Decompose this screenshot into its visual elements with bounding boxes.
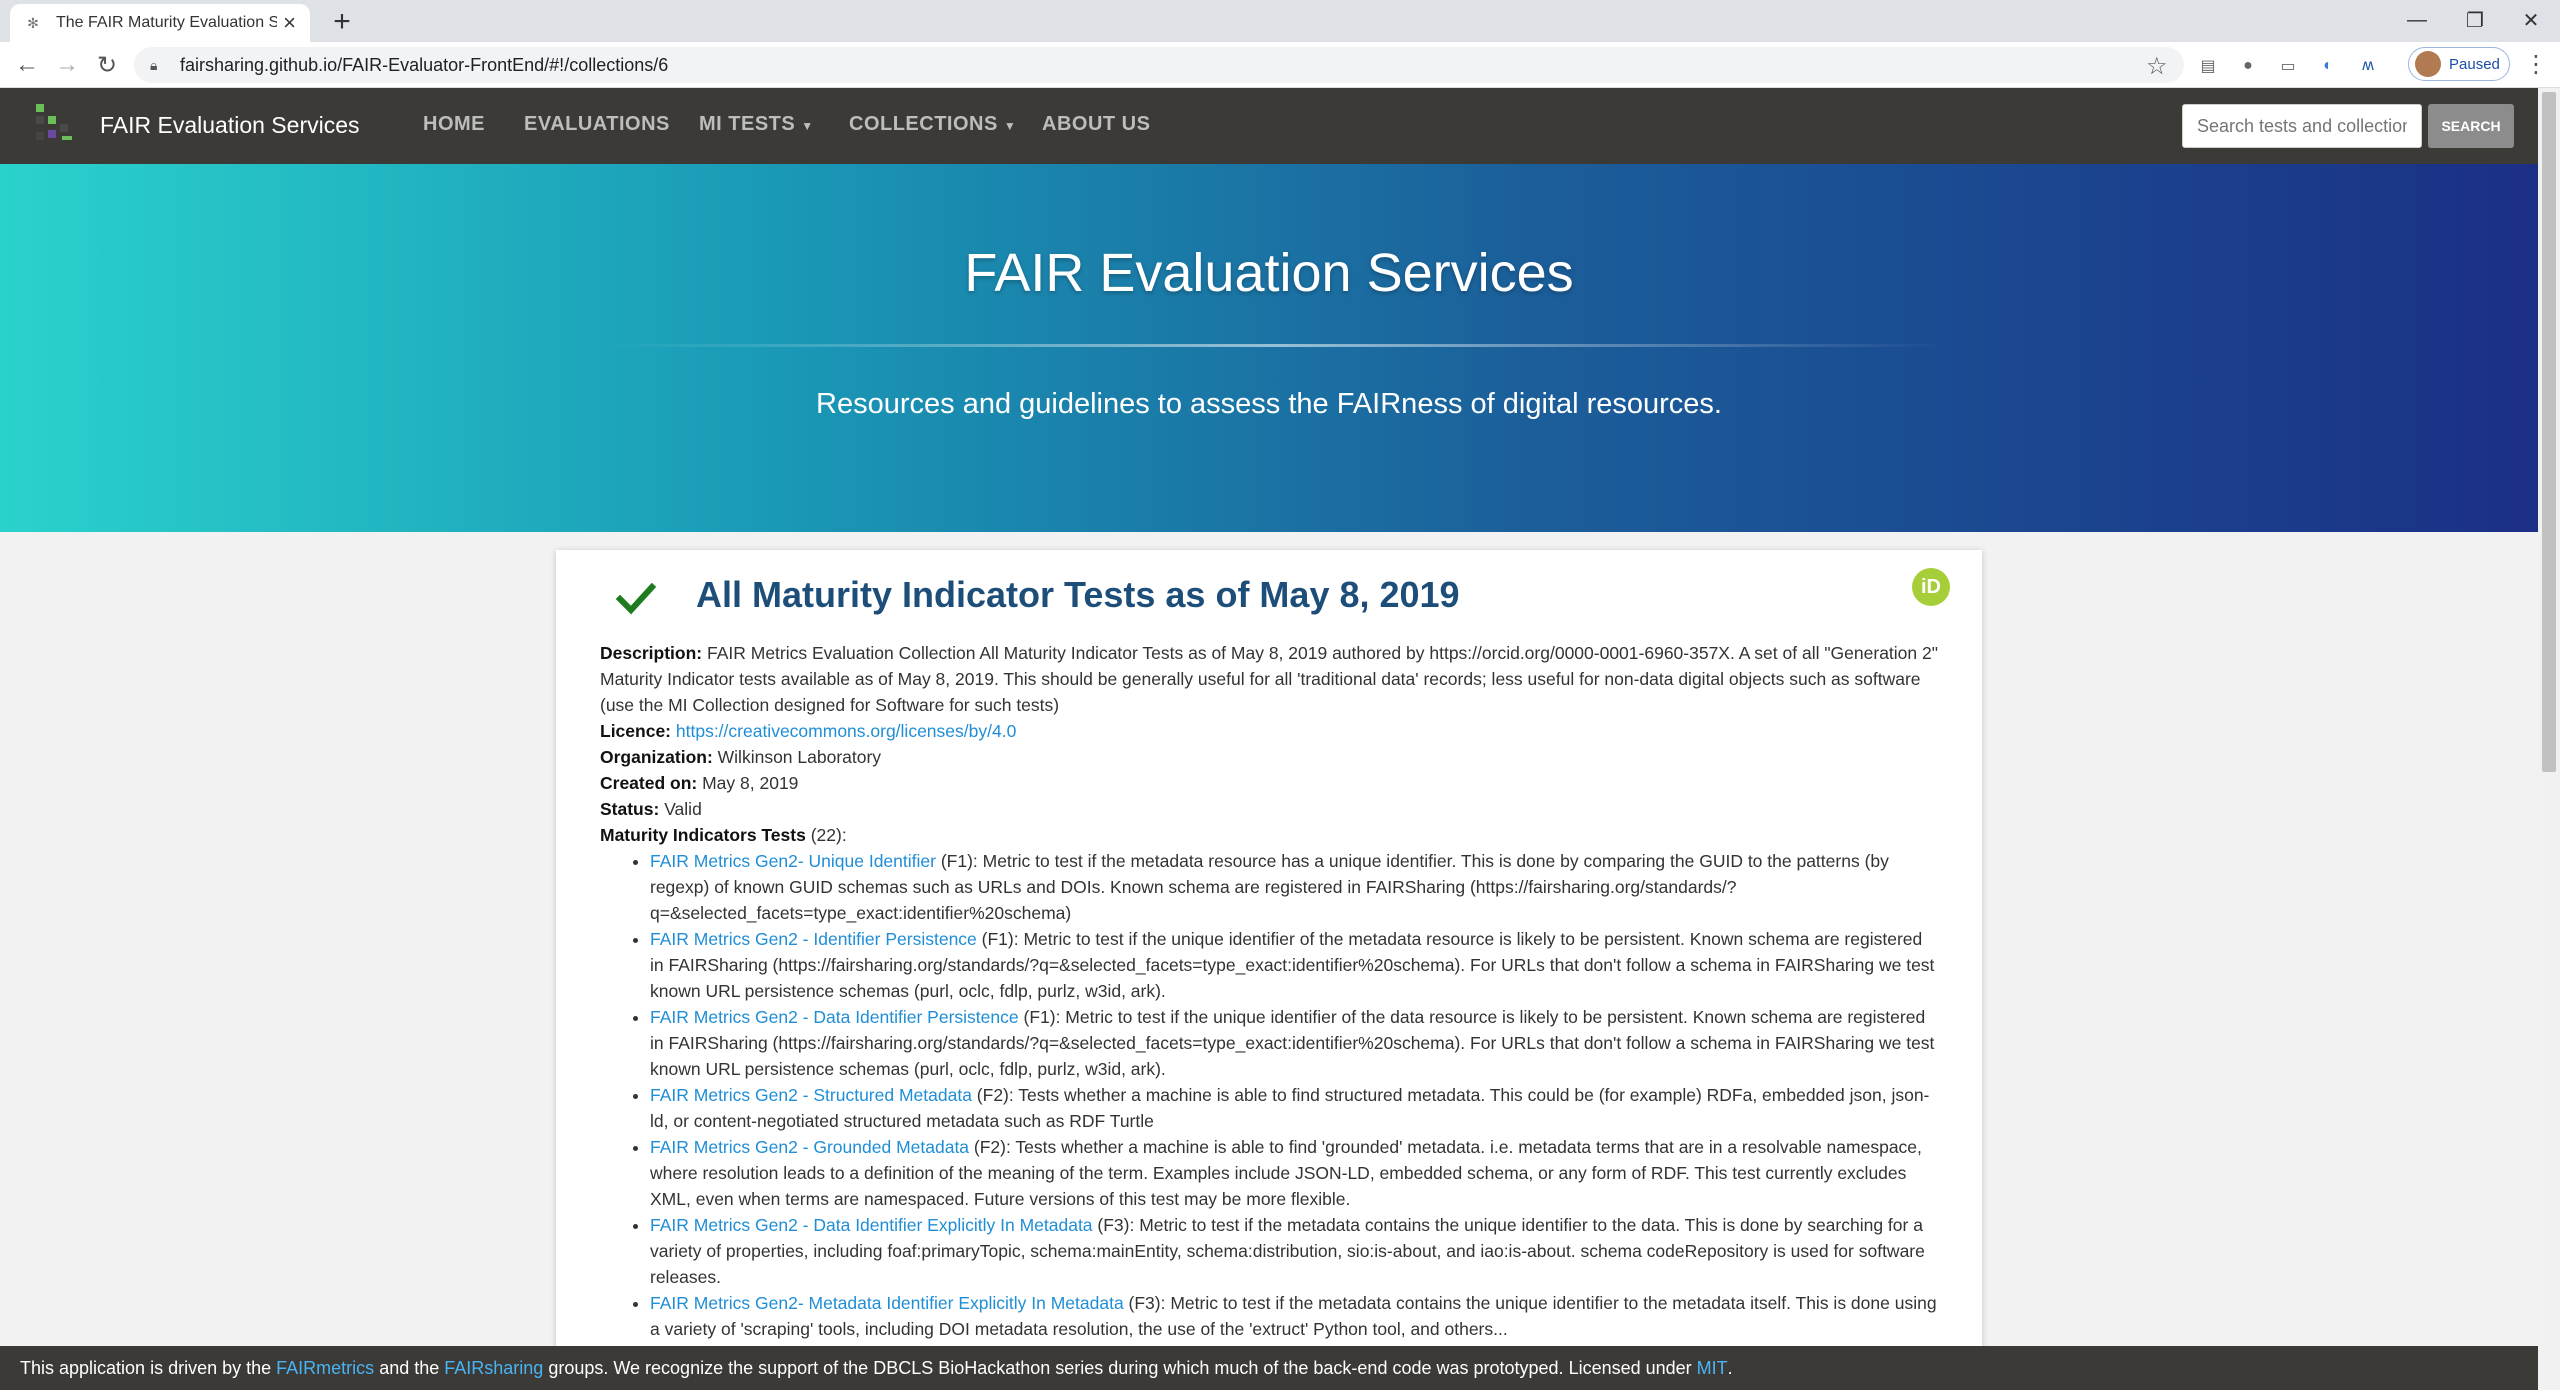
fair-logo-icon[interactable] bbox=[32, 100, 80, 148]
search-button[interactable]: SEARCH bbox=[2428, 104, 2514, 148]
tests-list: FAIR Metrics Gen2- Unique Identifier (F1… bbox=[650, 848, 1940, 1342]
checkmark-icon bbox=[616, 582, 656, 615]
avatar bbox=[2415, 51, 2441, 77]
browser-tab-strip: ✻ The FAIR Maturity Evaluation Ser × + —… bbox=[0, 0, 2560, 42]
hero-divider bbox=[606, 344, 1946, 347]
caret-down-icon: ▼ bbox=[1003, 119, 1017, 133]
collection-details: Description: FAIR Metrics Evaluation Col… bbox=[600, 640, 1940, 1342]
brand-name[interactable]: FAIR Evaluation Services bbox=[100, 112, 360, 139]
list-item: FAIR Metrics Gen2 - Structured Metadata … bbox=[650, 1082, 1940, 1134]
nav-evaluations[interactable]: EVALUATIONS bbox=[524, 113, 670, 136]
test-link[interactable]: FAIR Metrics Gen2 - Grounded Metadata bbox=[650, 1137, 969, 1157]
tests-count: (22): bbox=[810, 825, 847, 845]
organization-row: Organization: Wilkinson Laboratory bbox=[600, 744, 1940, 770]
fairsharing-link[interactable]: FAIRsharing bbox=[444, 1358, 543, 1379]
tests-header: Maturity Indicators Tests (22): bbox=[600, 822, 1940, 848]
licence-link[interactable]: https://creativecommons.org/licenses/by/… bbox=[676, 721, 1016, 741]
extension-globe-icon[interactable]: ◐ bbox=[2316, 54, 2340, 78]
scrollbar-thumb[interactable] bbox=[2542, 92, 2556, 772]
orcid-icon[interactable]: iD bbox=[1912, 568, 1950, 606]
hero-title: FAIR Evaluation Services bbox=[964, 243, 1574, 303]
close-window-icon[interactable]: ✕ bbox=[2502, 0, 2560, 40]
tests-label: Maturity Indicators Tests bbox=[600, 825, 806, 845]
minimize-icon[interactable]: — bbox=[2388, 0, 2446, 40]
test-link[interactable]: FAIR Metrics Gen2- Unique Identifier bbox=[650, 851, 936, 871]
collection-title: All Maturity Indicator Tests as of May 8… bbox=[696, 574, 1460, 615]
caret-down-icon: ▼ bbox=[801, 119, 814, 133]
organization-label: Organization: bbox=[600, 747, 713, 767]
hero-subtitle: Resources and guidelines to assess the F… bbox=[816, 388, 1722, 420]
created-label: Created on: bbox=[600, 773, 698, 793]
test-link[interactable]: FAIR Metrics Gen2 - Structured Metadata bbox=[650, 1085, 972, 1105]
extension-cast-icon[interactable]: ▭ bbox=[2276, 54, 2300, 78]
test-link[interactable]: FAIR Metrics Gen2 - Data Identifier Pers… bbox=[650, 1007, 1019, 1027]
mit-license-link[interactable]: MIT bbox=[1697, 1358, 1728, 1379]
search-input[interactable] bbox=[2182, 104, 2422, 148]
status-row: Status: Valid bbox=[600, 796, 1940, 822]
nav-collections-label: COLLECTIONS bbox=[849, 113, 998, 135]
extension-doc-icon[interactable]: ▤ bbox=[2196, 54, 2220, 78]
address-bar[interactable]: 🔒︎ fairsharing.github.io/FAIR-Evaluator-… bbox=[134, 47, 2184, 83]
bookmark-star-icon[interactable]: ☆ bbox=[2146, 52, 2168, 81]
list-item: FAIR Metrics Gen2- Unique Identifier (F1… bbox=[650, 848, 1940, 926]
hero-banner: FAIR Evaluation Services Resources and g… bbox=[0, 164, 2538, 532]
created-row: Created on: May 8, 2019 bbox=[600, 770, 1940, 796]
footer-text: and the bbox=[379, 1357, 440, 1378]
browser-menu-icon[interactable]: ⋮ bbox=[2524, 50, 2548, 79]
tab-close-icon[interactable]: × bbox=[283, 10, 296, 36]
reload-icon[interactable]: ↻ bbox=[90, 48, 124, 82]
footer-text: This application is driven by the bbox=[20, 1357, 272, 1378]
extension-circle-icon[interactable]: ● bbox=[2236, 54, 2260, 78]
nav-mi-tests-label: MI TESTS bbox=[699, 113, 796, 135]
list-item: FAIR Metrics Gen2 - Identifier Persisten… bbox=[650, 926, 1940, 1004]
new-tab-icon[interactable]: + bbox=[324, 4, 360, 40]
nav-home[interactable]: HOME bbox=[423, 113, 485, 136]
browser-tab[interactable]: ✻ The FAIR Maturity Evaluation Ser × bbox=[10, 4, 310, 42]
test-link[interactable]: FAIR Metrics Gen2- Metadata Identifier E… bbox=[650, 1293, 1124, 1313]
description-label: Description: bbox=[600, 643, 703, 663]
lock-icon: 🔒︎ bbox=[150, 57, 158, 73]
list-item: FAIR Metrics Gen2 - Data Identifier Pers… bbox=[650, 1004, 1940, 1082]
status-label: Status: bbox=[600, 799, 660, 819]
licence-row: Licence: https://creativecommons.org/lic… bbox=[600, 718, 1940, 744]
footer-bar: This application is driven by the FAIRme… bbox=[0, 1346, 2538, 1390]
list-item: FAIR Metrics Gen2- Metadata Identifier E… bbox=[650, 1290, 1940, 1342]
forward-icon[interactable]: → bbox=[50, 48, 84, 82]
back-icon[interactable]: ← bbox=[10, 48, 44, 82]
test-link[interactable]: FAIR Metrics Gen2 - Data Identifier Expl… bbox=[650, 1215, 1093, 1235]
nav-mi-tests[interactable]: MI TESTS ▼ bbox=[699, 113, 814, 136]
licence-label: Licence: bbox=[600, 721, 671, 741]
status-value: Valid bbox=[664, 799, 702, 819]
url-text: fairsharing.github.io/FAIR-Evaluator-Fro… bbox=[180, 54, 669, 75]
app-navbar bbox=[0, 88, 2538, 164]
description-row: Description: FAIR Metrics Evaluation Col… bbox=[600, 640, 1940, 718]
created-value: May 8, 2019 bbox=[702, 773, 799, 793]
nav-collections[interactable]: COLLECTIONS ▼ bbox=[849, 113, 1016, 136]
tab-title: The FAIR Maturity Evaluation Ser bbox=[56, 14, 278, 31]
description-text: FAIR Metrics Evaluation Collection All M… bbox=[600, 643, 1938, 715]
list-item: FAIR Metrics Gen2 - Data Identifier Expl… bbox=[650, 1212, 1940, 1290]
test-link[interactable]: FAIR Metrics Gen2 - Identifier Persisten… bbox=[650, 929, 977, 949]
organization-value: Wilkinson Laboratory bbox=[717, 747, 882, 767]
browser-toolbar: ← → ↻ 🔒︎ fairsharing.github.io/FAIR-Eval… bbox=[0, 42, 2560, 88]
nav-about-us[interactable]: ABOUT US bbox=[1042, 113, 1150, 136]
footer-text: . bbox=[1727, 1357, 1733, 1378]
list-item: FAIR Metrics Gen2 - Grounded Metadata (F… bbox=[650, 1134, 1940, 1212]
extension-m-icon[interactable]: ʍ bbox=[2356, 54, 2380, 78]
tab-favicon-icon: ✻ bbox=[27, 14, 39, 31]
footer-text: groups. We recognize the support of the … bbox=[548, 1357, 1692, 1378]
fairmetrics-link[interactable]: FAIRmetrics bbox=[276, 1358, 374, 1379]
restore-icon[interactable]: ❐ bbox=[2446, 0, 2504, 40]
profile-status: Paused bbox=[2449, 55, 2500, 73]
profile-button[interactable]: Paused bbox=[2408, 47, 2510, 81]
